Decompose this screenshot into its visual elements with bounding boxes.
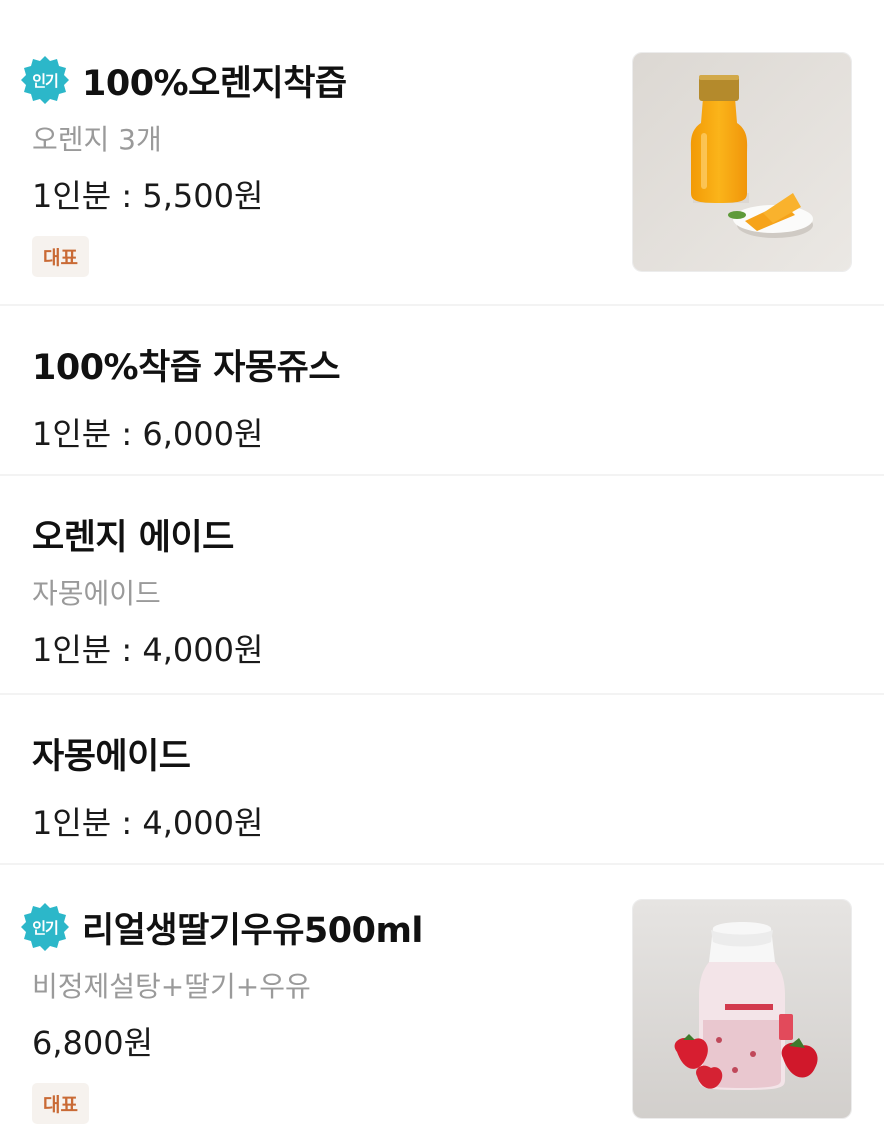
menu-item-price: 1인분 : 6,000원 xyxy=(32,415,264,453)
menu-item-orange-juice[interactable]: 인기 100%오렌지착즙 오렌지 3개 1인분 : 5,500원 대표 xyxy=(0,0,884,306)
menu-item-name: 리얼생딸기우유500ml xyxy=(82,910,423,951)
menu-list: 인기 100%오렌지착즙 오렌지 3개 1인분 : 5,500원 대표 100%… xyxy=(0,0,884,1139)
popular-badge-label: 인기 xyxy=(32,918,59,937)
menu-item-name: 오렌지 에이드 xyxy=(32,517,234,558)
popular-badge: 인기 xyxy=(20,55,70,105)
menu-item-price: 1인분 : 4,000원 xyxy=(32,631,264,669)
orange-juice-photo-icon xyxy=(633,53,851,271)
menu-item-image[interactable] xyxy=(632,899,852,1119)
popular-badge-label: 인기 xyxy=(32,71,59,90)
menu-item-name: 100%오렌지착즙 xyxy=(82,63,347,104)
menu-item-title-row: 100%착즙 자몽쥬스 xyxy=(32,340,884,388)
signature-tag: 대표 xyxy=(32,236,89,277)
menu-item-name: 100%착즙 자몽쥬스 xyxy=(32,347,341,388)
popular-badge: 인기 xyxy=(20,902,70,952)
menu-item-grapefruit-juice[interactable]: 100%착즙 자몽쥬스 1인분 : 6,000원 xyxy=(0,306,884,476)
strawberry-milk-photo-icon xyxy=(633,900,851,1118)
menu-item-grapefruit-ade[interactable]: 자몽에이드 1인분 : 4,000원 xyxy=(0,695,884,865)
menu-item-image[interactable] xyxy=(632,52,852,272)
menu-item-title-row: 오렌지 에이드 xyxy=(32,510,884,558)
menu-item-description: 자몽에이드 xyxy=(32,577,161,610)
menu-item-name: 자몽에이드 xyxy=(32,736,191,777)
menu-item-price: 1인분 : 4,000원 xyxy=(32,804,264,842)
menu-item-strawberry-milk[interactable]: 인기 리얼생딸기우유500ml 비정제설탕+딸기+우유 6,800원 대표 xyxy=(0,865,884,1139)
menu-item-title-row: 자몽에이드 xyxy=(32,729,884,777)
signature-tag: 대표 xyxy=(32,1083,89,1124)
menu-item-orange-ade[interactable]: 오렌지 에이드 자몽에이드 1인분 : 4,000원 xyxy=(0,476,884,695)
